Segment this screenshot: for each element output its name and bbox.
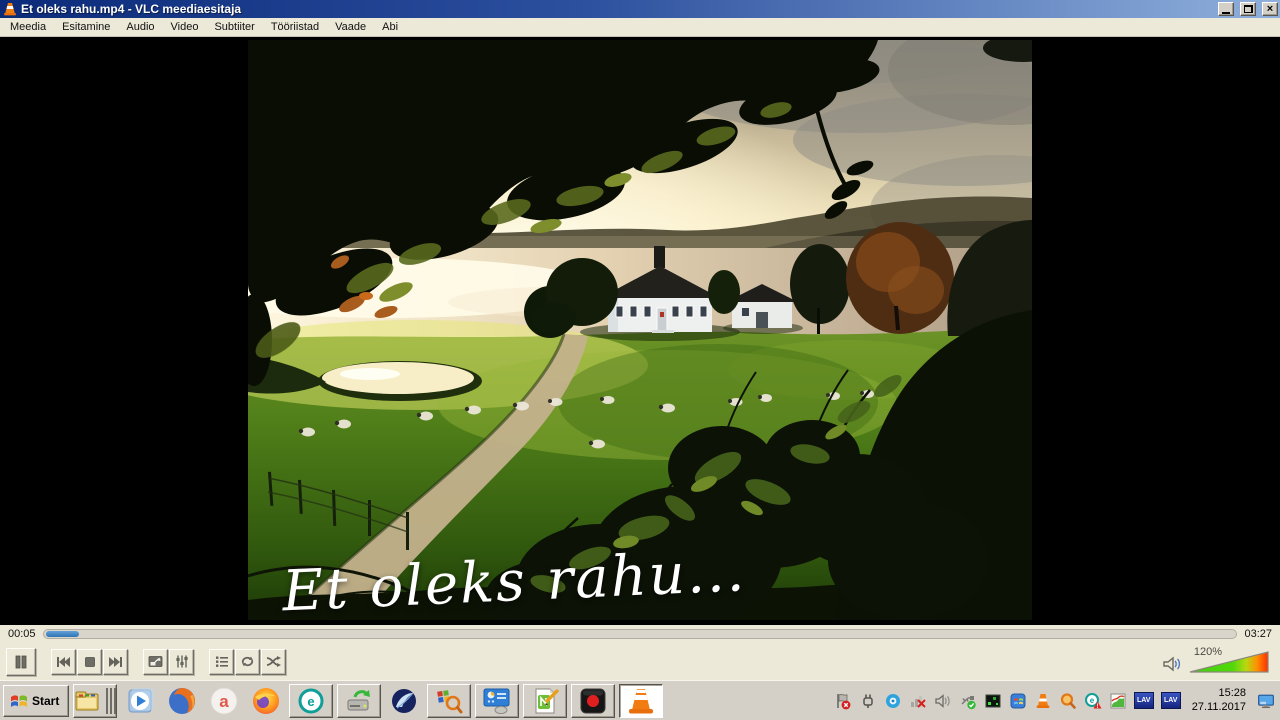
taskbar: Start a e e ! LAV LAV 15:28 27.11.2017 bbox=[0, 680, 1280, 720]
playlist-icon bbox=[215, 656, 228, 667]
titlebar: Et oleks rahu.mp4 - VLC meediaesitaja × bbox=[0, 0, 1280, 18]
minimize-icon bbox=[1222, 11, 1230, 14]
seek-slider[interactable] bbox=[42, 629, 1238, 639]
tray-volume-icon[interactable] bbox=[934, 692, 952, 710]
eset-letter: e bbox=[308, 694, 315, 709]
blue-dot-icon[interactable] bbox=[884, 692, 902, 710]
search-icon bbox=[437, 689, 463, 713]
vlc-tray-icon[interactable] bbox=[1034, 692, 1052, 710]
volume-control[interactable]: 120% bbox=[1162, 646, 1274, 674]
firefox-old-icon[interactable] bbox=[163, 684, 201, 718]
stacked-windows-icon bbox=[105, 687, 116, 714]
menubar: Meedia Esitamine Audio Video Subtiiter T… bbox=[0, 18, 1280, 37]
start-button[interactable]: Start bbox=[3, 684, 70, 717]
menu-video[interactable]: Video bbox=[163, 19, 207, 36]
orange-search-icon[interactable] bbox=[1059, 692, 1077, 710]
video-area[interactable]: Et oleks rahu... bbox=[0, 37, 1280, 625]
record-icon bbox=[580, 688, 606, 713]
menu-tooriistad[interactable]: Tööriistad bbox=[263, 19, 327, 36]
blue-feather-icon[interactable] bbox=[385, 684, 423, 718]
pause-icon bbox=[15, 655, 27, 668]
network-monitor-icon[interactable] bbox=[984, 692, 1002, 710]
menu-audio[interactable]: Audio bbox=[118, 19, 162, 36]
pond bbox=[322, 362, 474, 394]
screen-recorder-button[interactable] bbox=[571, 683, 616, 718]
tray-clock[interactable]: 15:28 27.11.2017 bbox=[1192, 687, 1246, 715]
windows-search-button[interactable] bbox=[427, 683, 472, 718]
lav-filter-icon-2[interactable]: LAV bbox=[1160, 692, 1181, 709]
firefox-icon[interactable] bbox=[247, 684, 285, 718]
stats-chart-icon[interactable] bbox=[1109, 692, 1127, 710]
windows-update-icon[interactable] bbox=[1009, 692, 1027, 710]
menu-subtiiter[interactable]: Subtiiter bbox=[206, 19, 262, 36]
svg-text:!: ! bbox=[1096, 704, 1098, 710]
notepad-plus-plus-button[interactable] bbox=[523, 683, 568, 718]
clock-date: 27.11.2017 bbox=[1191, 700, 1246, 713]
notepad-plus-plus-icon bbox=[535, 688, 560, 713]
speaker-icon bbox=[1163, 656, 1181, 671]
previous-icon bbox=[57, 656, 70, 667]
fullscreen-button[interactable] bbox=[143, 648, 168, 675]
previous-button[interactable] bbox=[51, 648, 76, 675]
loop-button[interactable] bbox=[235, 648, 260, 675]
usb-safely-remove-icon[interactable] bbox=[959, 692, 977, 710]
display-settings-icon bbox=[483, 688, 510, 714]
display-settings-button[interactable] bbox=[475, 683, 520, 718]
lav-filter-icon[interactable]: LAV bbox=[1133, 692, 1154, 709]
video-frame: Et oleks rahu... bbox=[248, 40, 1032, 620]
menu-esitamine[interactable]: Esitamine bbox=[54, 19, 118, 36]
driver-updater-button[interactable] bbox=[337, 683, 382, 718]
vlc-cone-icon bbox=[629, 688, 654, 713]
shuffle-button[interactable] bbox=[261, 648, 286, 675]
playlist-button[interactable] bbox=[209, 648, 234, 675]
elapsed-time: 00:05 bbox=[8, 628, 36, 640]
window-title: Et oleks rahu.mp4 - VLC meediaesitaja bbox=[21, 2, 242, 16]
extended-settings-icon bbox=[175, 655, 188, 668]
vlc-taskbar-button[interactable] bbox=[619, 683, 664, 718]
menu-vaade[interactable]: Vaade bbox=[327, 19, 374, 36]
plug-icon[interactable] bbox=[859, 692, 877, 710]
eset-button[interactable]: e bbox=[289, 683, 334, 718]
restore-icon bbox=[1243, 5, 1253, 13]
seek-row: 00:05 03:27 bbox=[0, 625, 1280, 643]
seek-progress bbox=[45, 631, 79, 637]
start-label: Start bbox=[32, 693, 60, 708]
close-button[interactable]: × bbox=[1262, 2, 1278, 16]
windows-media-player-icon[interactable] bbox=[121, 684, 159, 718]
security-flag-alert-icon[interactable] bbox=[834, 692, 852, 710]
folder-icon bbox=[75, 691, 99, 710]
amigo-letter: a bbox=[220, 692, 230, 711]
total-time: 03:27 bbox=[1244, 628, 1272, 640]
windows-logo-icon bbox=[11, 694, 27, 707]
stop-button[interactable] bbox=[77, 648, 102, 675]
close-icon: × bbox=[1266, 3, 1274, 15]
system-tray: e ! LAV LAV 15:28 27.11.2017 bbox=[834, 687, 1277, 715]
vlc-cone-icon bbox=[4, 3, 16, 16]
next-button[interactable] bbox=[103, 648, 128, 675]
show-desktop-icon[interactable] bbox=[1257, 692, 1275, 710]
file-manager-button[interactable] bbox=[73, 683, 118, 718]
clock-time: 15:28 bbox=[1218, 686, 1246, 699]
eset-icon: e bbox=[298, 688, 324, 713]
fullscreen-icon bbox=[148, 656, 163, 667]
amigo-browser-icon[interactable]: a bbox=[205, 684, 243, 718]
restore-button[interactable] bbox=[1240, 2, 1256, 16]
controls-bar: 120% bbox=[0, 643, 1280, 680]
minimize-button[interactable] bbox=[1218, 2, 1234, 16]
volume-percent: 120% bbox=[1193, 645, 1222, 658]
stop-icon bbox=[84, 656, 95, 667]
network-disconnected-icon[interactable] bbox=[909, 692, 927, 710]
menu-abi[interactable]: Abi bbox=[374, 19, 406, 36]
extended-settings-button[interactable] bbox=[169, 648, 194, 675]
svg-text:e: e bbox=[1090, 696, 1095, 705]
menu-meedia[interactable]: Meedia bbox=[2, 19, 54, 36]
eset-alert-icon[interactable]: e ! bbox=[1084, 692, 1102, 710]
pause-button[interactable] bbox=[6, 647, 36, 676]
shuffle-icon bbox=[266, 656, 281, 667]
next-icon bbox=[109, 656, 122, 667]
driver-updater-icon bbox=[347, 689, 371, 710]
loop-icon bbox=[241, 656, 254, 667]
